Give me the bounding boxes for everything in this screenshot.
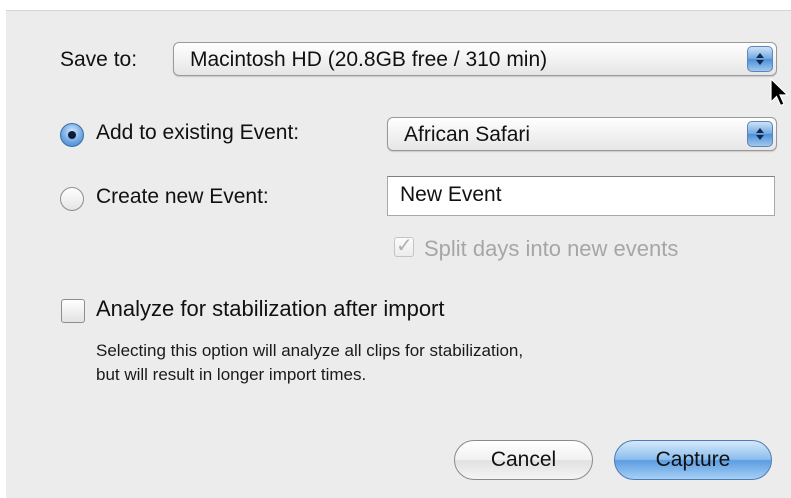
- add-existing-event-radio[interactable]: [60, 123, 84, 147]
- import-dialog: Save to: Macintosh HD (20.8GB free / 310…: [6, 10, 791, 498]
- add-existing-event-label: Add to existing Event:: [96, 121, 300, 144]
- stabilization-label: Analyze for stabilization after import: [96, 296, 445, 321]
- stabilization-description-line2: but will result in longer import times.: [96, 365, 367, 384]
- save-to-selected: Macintosh HD (20.8GB free / 310 min): [190, 48, 548, 71]
- save-to-popup[interactable]: Macintosh HD (20.8GB free / 310 min): [173, 42, 777, 76]
- split-days-checkbox[interactable]: ✓: [394, 235, 414, 257]
- new-event-name-field[interactable]: New Event: [387, 176, 775, 216]
- save-to-label: Save to:: [60, 48, 138, 71]
- capture-button[interactable]: Capture: [614, 440, 772, 480]
- checkmark-icon: ✓: [396, 235, 413, 257]
- mouse-pointer-icon: [770, 78, 789, 107]
- create-new-event-label: Create new Event:: [96, 185, 269, 208]
- split-days-label: Split days into new events: [424, 236, 679, 261]
- stabilization-description: Selecting this option will analyze all c…: [96, 339, 523, 387]
- popup-arrows-icon: [747, 121, 773, 147]
- stabilization-checkbox[interactable]: [61, 299, 85, 323]
- popup-arrows-icon: [747, 46, 773, 72]
- existing-event-popup[interactable]: African Safari: [387, 117, 777, 151]
- cancel-button[interactable]: Cancel: [454, 440, 593, 480]
- existing-event-selected: African Safari: [404, 123, 531, 146]
- new-event-name-value: New Event: [400, 183, 502, 206]
- stabilization-description-line1: Selecting this option will analyze all c…: [96, 341, 524, 360]
- create-new-event-radio[interactable]: [60, 187, 84, 211]
